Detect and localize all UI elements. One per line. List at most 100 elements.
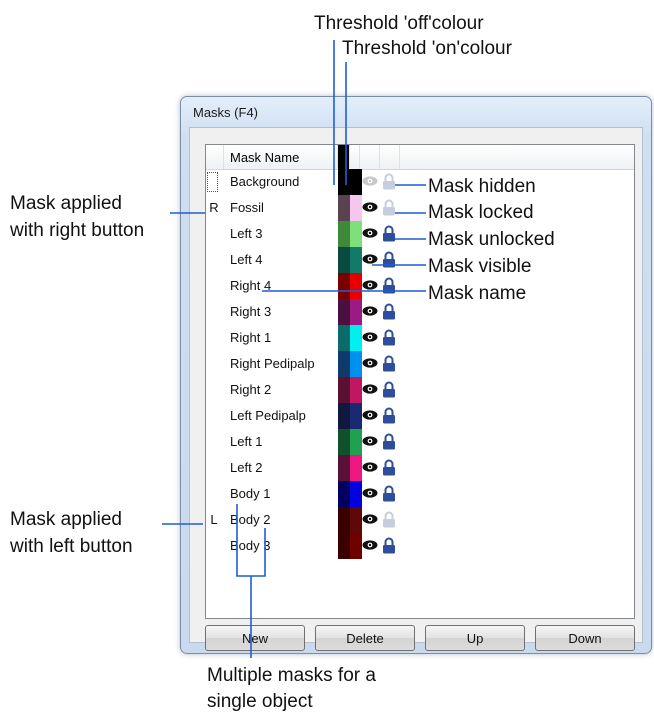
eye-icon[interactable] <box>362 175 378 187</box>
threshold-on-swatch[interactable] <box>350 169 362 195</box>
threshold-on-swatch[interactable] <box>350 481 362 507</box>
mask-name[interactable]: Left 1 <box>230 429 263 455</box>
mask-name[interactable]: Left 2 <box>230 455 263 481</box>
lock-icon[interactable] <box>382 251 396 268</box>
mask-row[interactable]: Right Pedipalp <box>206 351 634 377</box>
applied-left-label-line1: Mask applied <box>10 509 122 530</box>
header-mask-name[interactable]: Mask Name <box>224 145 338 169</box>
mask-row[interactable]: Left Pedipalp <box>206 403 634 429</box>
threshold-off-swatch[interactable] <box>338 377 350 403</box>
mask-name[interactable]: Right 1 <box>230 325 271 351</box>
threshold-off-swatch[interactable] <box>338 403 350 429</box>
mask-name[interactable]: Body 2 <box>230 507 270 533</box>
threshold-off-swatch[interactable] <box>338 325 350 351</box>
threshold-on-swatch[interactable] <box>350 377 362 403</box>
mask-name[interactable]: Left Pedipalp <box>230 403 306 429</box>
eye-icon[interactable] <box>362 383 378 395</box>
threshold-off-swatch[interactable] <box>338 351 350 377</box>
threshold-off-swatch[interactable] <box>338 455 350 481</box>
threshold-on-swatch[interactable] <box>350 195 362 221</box>
mask-row[interactable]: L Body 2 <box>206 507 634 533</box>
threshold-on-swatch[interactable] <box>350 351 362 377</box>
mask-row[interactable]: R Fossil <box>206 195 634 221</box>
lock-icon[interactable] <box>382 225 396 242</box>
threshold-off-swatch[interactable] <box>338 273 350 299</box>
mask-name[interactable]: Left 4 <box>230 247 263 273</box>
threshold-on-swatch[interactable] <box>350 403 362 429</box>
eye-icon[interactable] <box>362 513 378 525</box>
multiple-masks-label-line2: single object <box>207 691 313 712</box>
lock-icon[interactable] <box>382 433 396 450</box>
mask-name[interactable]: Right Pedipalp <box>230 351 315 377</box>
eye-icon[interactable] <box>362 487 378 499</box>
mask-name[interactable]: Fossil <box>230 195 264 221</box>
threshold-off-swatch[interactable] <box>338 299 350 325</box>
threshold-off-swatch[interactable] <box>338 195 350 221</box>
mask-row[interactable]: Body 1 <box>206 481 634 507</box>
eye-icon[interactable] <box>362 279 378 291</box>
lock-icon[interactable] <box>382 511 396 528</box>
delete-button[interactable]: Delete <box>315 625 415 651</box>
eye-icon[interactable] <box>362 435 378 447</box>
lock-icon[interactable] <box>382 199 396 216</box>
lock-icon[interactable] <box>382 277 396 294</box>
threshold-on-swatch[interactable] <box>350 429 362 455</box>
lock-icon[interactable] <box>382 485 396 502</box>
threshold-off-swatch[interactable] <box>338 169 350 195</box>
mask-name[interactable]: Left 3 <box>230 221 263 247</box>
mask-locked-label: Mask locked <box>428 202 534 223</box>
lock-icon[interactable] <box>382 459 396 476</box>
threshold-off-swatch[interactable] <box>338 221 350 247</box>
mask-row[interactable]: Left 1 <box>206 429 634 455</box>
eye-icon[interactable] <box>362 409 378 421</box>
mask-name[interactable]: Right 3 <box>230 299 271 325</box>
eye-icon[interactable] <box>362 357 378 369</box>
eye-icon[interactable] <box>362 253 378 265</box>
mask-row[interactable]: Right 3 <box>206 299 634 325</box>
threshold-on-swatch[interactable] <box>350 507 362 533</box>
threshold-on-swatch[interactable] <box>350 273 362 299</box>
threshold-off-swatch[interactable] <box>338 247 350 273</box>
mask-name[interactable]: Background <box>230 169 299 195</box>
eye-icon[interactable] <box>362 201 378 213</box>
down-button[interactable]: Down <box>535 625 635 651</box>
threshold-off-swatch[interactable] <box>338 481 350 507</box>
eye-icon[interactable] <box>362 331 378 343</box>
lock-icon[interactable] <box>382 329 396 346</box>
mask-row[interactable]: Left 4 <box>206 247 634 273</box>
lock-icon[interactable] <box>382 381 396 398</box>
lock-icon[interactable] <box>382 303 396 320</box>
mask-list[interactable]: Mask Name Background R Fossil Left 3 Left 4R… <box>205 144 635 619</box>
mask-name[interactable]: Right 4 <box>230 273 271 299</box>
threshold-on-swatch[interactable] <box>350 299 362 325</box>
threshold-off-swatch[interactable] <box>338 533 350 559</box>
threshold-on-swatch[interactable] <box>350 455 362 481</box>
threshold-off-swatch[interactable] <box>338 429 350 455</box>
header-mark-column <box>206 145 224 169</box>
lock-icon[interactable] <box>382 407 396 424</box>
lock-icon[interactable] <box>382 355 396 372</box>
mask-row[interactable]: Body 3 <box>206 533 634 559</box>
mask-name[interactable]: Right 2 <box>230 377 271 403</box>
mask-row[interactable]: Right 2 <box>206 377 634 403</box>
mask-row[interactable]: Left 3 <box>206 221 634 247</box>
mask-row[interactable]: Right 4 <box>206 273 634 299</box>
mask-row[interactable]: Background <box>206 169 634 195</box>
new-button[interactable]: New <box>205 625 305 651</box>
threshold-on-swatch[interactable] <box>350 533 362 559</box>
eye-icon[interactable] <box>362 539 378 551</box>
eye-icon[interactable] <box>362 305 378 317</box>
mask-row[interactable]: Right 1 <box>206 325 634 351</box>
mask-name[interactable]: Body 1 <box>230 481 270 507</box>
mask-row[interactable]: Left 2 <box>206 455 634 481</box>
up-button[interactable]: Up <box>425 625 525 651</box>
threshold-on-swatch[interactable] <box>350 221 362 247</box>
lock-icon[interactable] <box>382 537 396 554</box>
threshold-off-swatch[interactable] <box>338 507 350 533</box>
lock-icon[interactable] <box>382 173 396 190</box>
eye-icon[interactable] <box>362 461 378 473</box>
eye-icon[interactable] <box>362 227 378 239</box>
threshold-on-swatch[interactable] <box>350 247 362 273</box>
threshold-on-swatch[interactable] <box>350 325 362 351</box>
mask-name[interactable]: Body 3 <box>230 533 270 559</box>
